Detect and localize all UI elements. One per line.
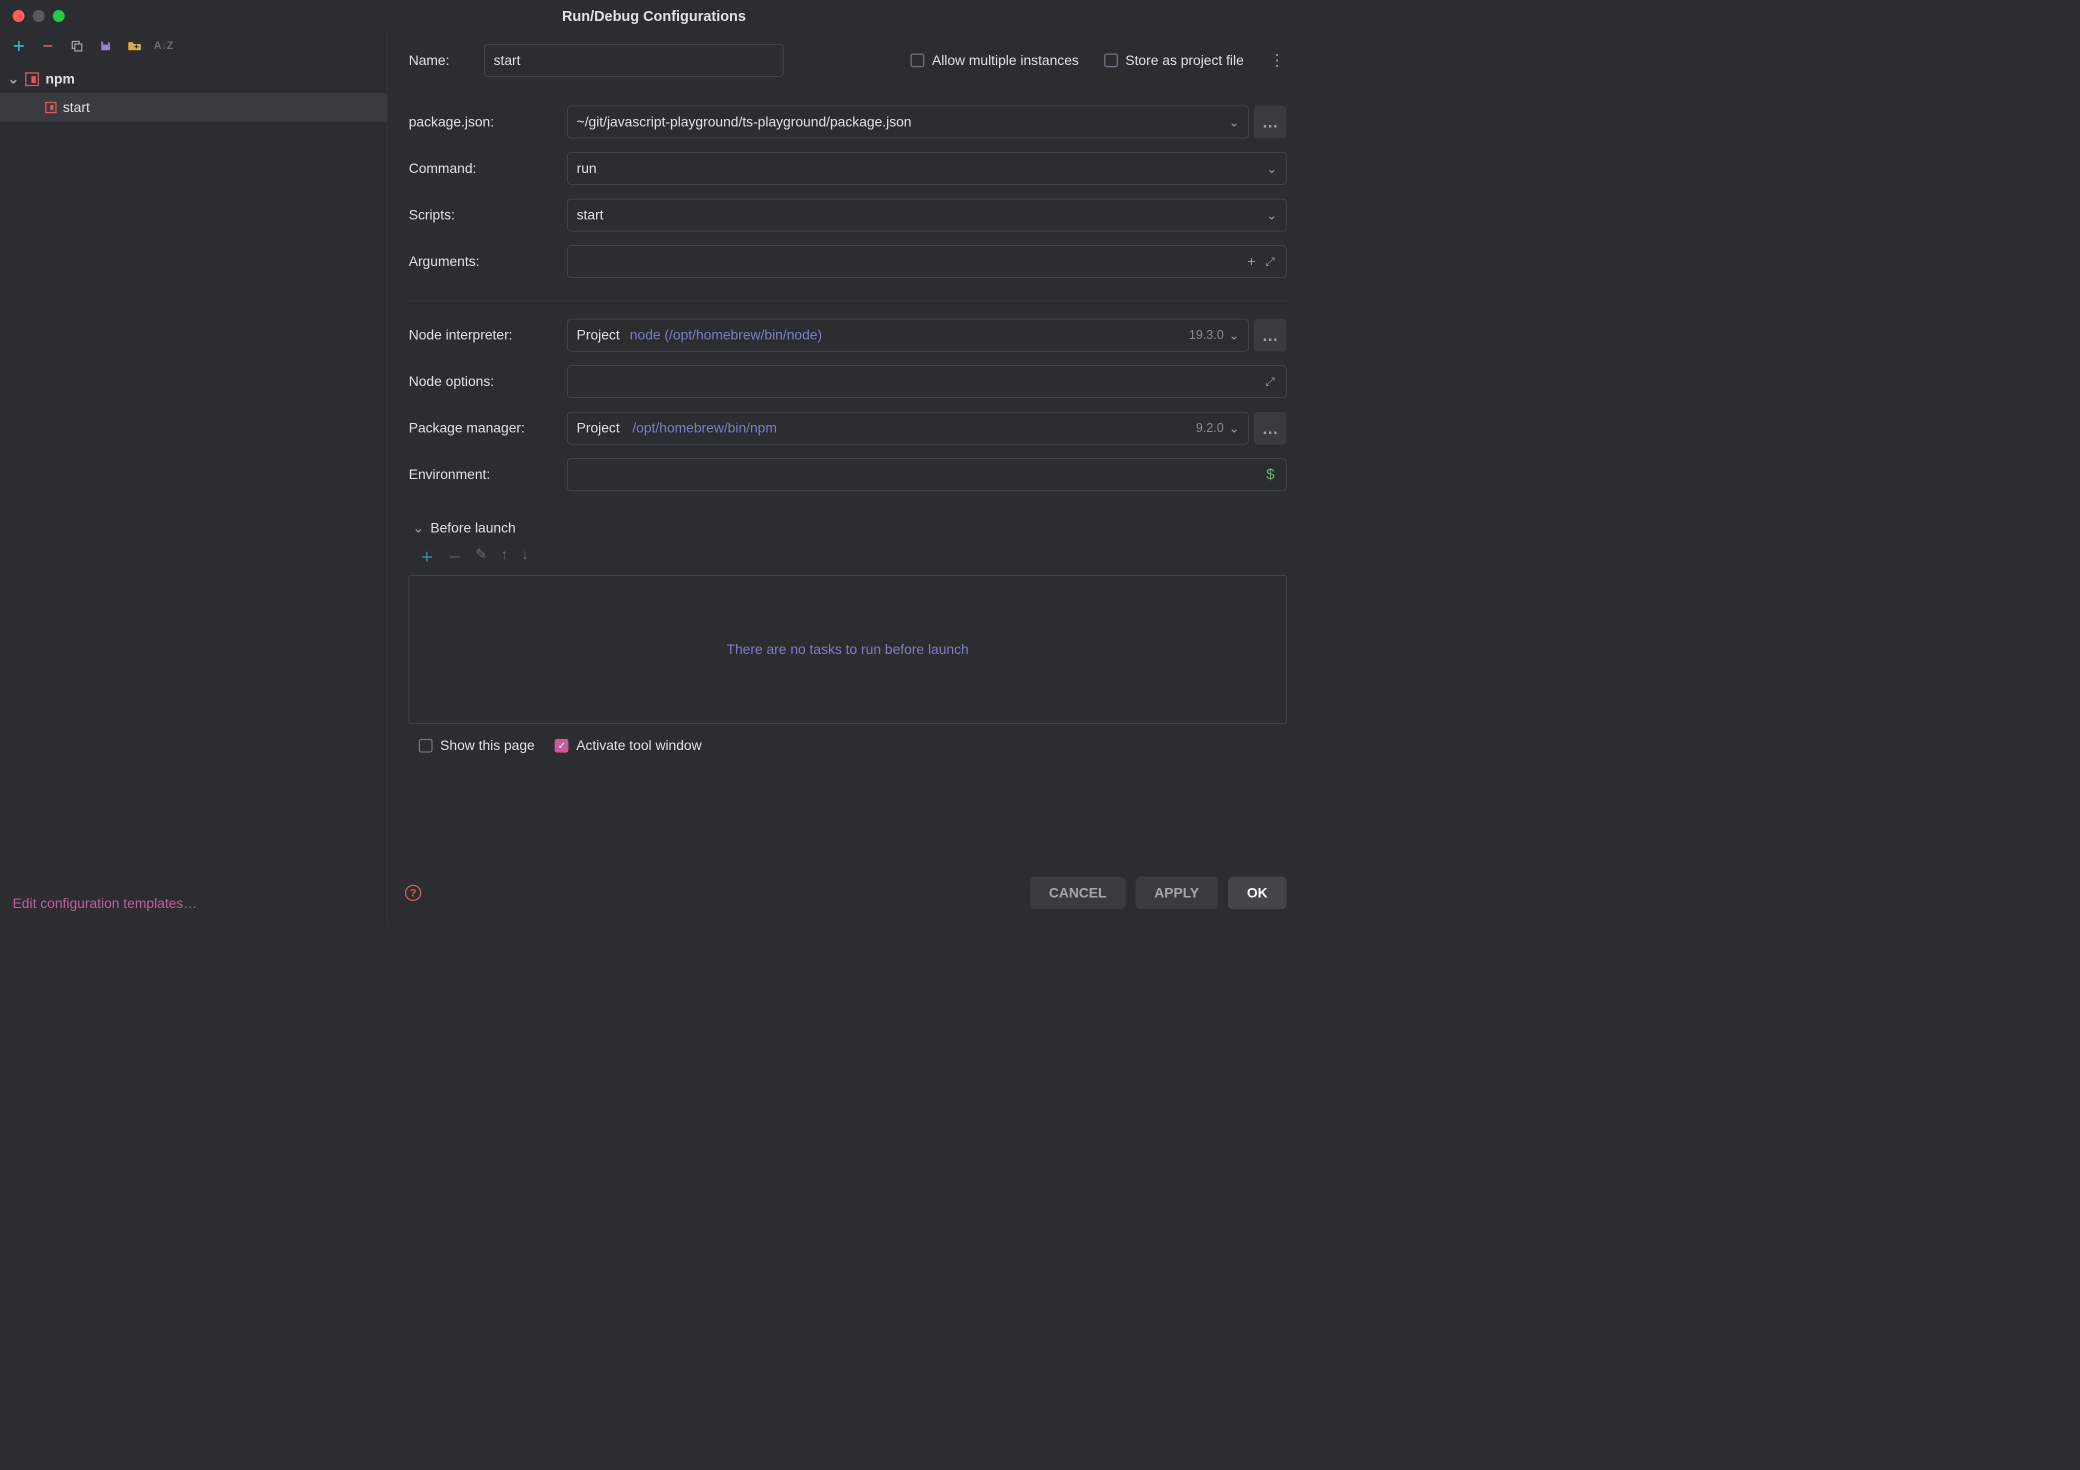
environment-input[interactable]: $	[567, 458, 1286, 491]
expand-icon[interactable]: ⤢	[1266, 375, 1275, 388]
npm-icon	[45, 102, 56, 113]
expand-icon[interactable]: ⤢	[1266, 255, 1275, 268]
before-launch-header[interactable]: ⌄ Before launch	[409, 520, 1287, 536]
name-label: Name:	[409, 52, 484, 68]
chevron-down-icon: ⌄	[8, 71, 20, 87]
package-json-label: package.json:	[409, 114, 567, 130]
arguments-label: Arguments:	[409, 253, 567, 269]
arguments-input[interactable]: + ⤢	[567, 245, 1286, 278]
command-combo[interactable]: run ⌄	[567, 152, 1286, 185]
tree-item-start[interactable]: start	[0, 93, 387, 122]
node-interpreter-combo[interactable]: Project node (/opt/homebrew/bin/node) 19…	[567, 319, 1249, 352]
ok-button[interactable]: OK	[1228, 877, 1286, 910]
add-icon[interactable]	[11, 38, 26, 53]
allow-multiple-checkbox[interactable]: Allow multiple instances	[911, 52, 1079, 68]
window-close-icon[interactable]	[13, 10, 25, 22]
checkbox-icon	[419, 739, 433, 753]
show-page-checkbox[interactable]: Show this page	[419, 738, 535, 754]
package-json-combo[interactable]: ~/git/javascript-playground/ts-playgroun…	[567, 106, 1249, 139]
chevron-down-icon: ⌄	[412, 520, 424, 536]
move-down-icon[interactable]: ↓	[522, 546, 529, 566]
folder-icon[interactable]	[127, 38, 142, 53]
main-panel: Name: start Allow multiple instances Sto…	[387, 31, 1308, 924]
apply-button[interactable]: APPLY	[1135, 877, 1218, 910]
scripts-combo[interactable]: start ⌄	[567, 199, 1286, 232]
tree-group-npm[interactable]: ⌄ npm	[0, 65, 387, 93]
more-options-icon[interactable]: ⋮	[1269, 51, 1287, 70]
tree-item-label: start	[63, 99, 90, 115]
titlebar: Run/Debug Configurations	[0, 0, 1308, 31]
checkbox-checked-icon: ✓	[555, 739, 569, 753]
move-up-icon[interactable]: ↑	[501, 546, 508, 566]
window-zoom-icon[interactable]	[53, 10, 65, 22]
chevron-down-icon: ⌄	[1229, 114, 1240, 130]
chevron-down-icon: ⌄	[1267, 207, 1278, 223]
divider	[409, 301, 1287, 302]
remove-icon[interactable]: －	[448, 546, 462, 566]
edit-templates-link[interactable]: Edit configuration templates…	[13, 895, 198, 911]
chevron-down-icon: ⌄	[1229, 327, 1240, 343]
save-icon[interactable]	[98, 38, 113, 53]
copy-icon[interactable]	[69, 38, 84, 53]
remove-icon[interactable]	[40, 38, 55, 53]
chevron-down-icon: ⌄	[1267, 161, 1278, 177]
insert-macro-icon[interactable]: +	[1247, 253, 1255, 269]
node-options-input[interactable]: ⤢	[567, 365, 1286, 398]
checkbox-icon	[1104, 53, 1118, 67]
add-icon[interactable]: ＋	[420, 546, 434, 566]
tree-group-label: npm	[46, 71, 75, 87]
before-launch-list: There are no tasks to run before launch	[409, 575, 1287, 723]
sort-alpha-icon[interactable]: A↓Z	[156, 38, 171, 53]
browse-button[interactable]: …	[1254, 319, 1287, 352]
help-icon[interactable]: ?	[405, 885, 421, 901]
env-vars-icon[interactable]: $	[1266, 466, 1274, 484]
sidebar: A↓Z ⌄ npm start Edit configuration templ…	[0, 31, 387, 924]
sidebar-toolbar: A↓Z	[0, 31, 387, 60]
npm-icon	[25, 72, 39, 86]
store-project-checkbox[interactable]: Store as project file	[1104, 52, 1244, 68]
run-debug-dialog: Run/Debug Configurations A↓Z	[0, 0, 1308, 924]
package-manager-combo[interactable]: Project /opt/homebrew/bin/npm 9.2.0 ⌄	[567, 412, 1249, 445]
scripts-label: Scripts:	[409, 207, 567, 223]
browse-button[interactable]: …	[1254, 412, 1287, 445]
edit-icon[interactable]: ✎	[475, 546, 487, 566]
browse-button[interactable]: …	[1254, 106, 1287, 139]
cancel-button[interactable]: CANCEL	[1030, 877, 1125, 910]
name-input[interactable]: start	[484, 44, 783, 77]
node-options-label: Node options:	[409, 374, 567, 390]
window-title: Run/Debug Configurations	[0, 7, 1308, 24]
config-tree: ⌄ npm start	[0, 60, 387, 882]
window-minimize-icon	[33, 10, 45, 22]
activate-window-checkbox[interactable]: ✓ Activate tool window	[555, 738, 702, 754]
package-manager-label: Package manager:	[409, 420, 567, 436]
checkbox-icon	[911, 53, 925, 67]
command-label: Command:	[409, 160, 567, 176]
chevron-down-icon: ⌄	[1229, 420, 1240, 436]
before-launch-toolbar: ＋ － ✎ ↑ ↓	[409, 541, 1287, 575]
environment-label: Environment:	[409, 467, 567, 483]
node-interpreter-label: Node interpreter:	[409, 327, 567, 343]
